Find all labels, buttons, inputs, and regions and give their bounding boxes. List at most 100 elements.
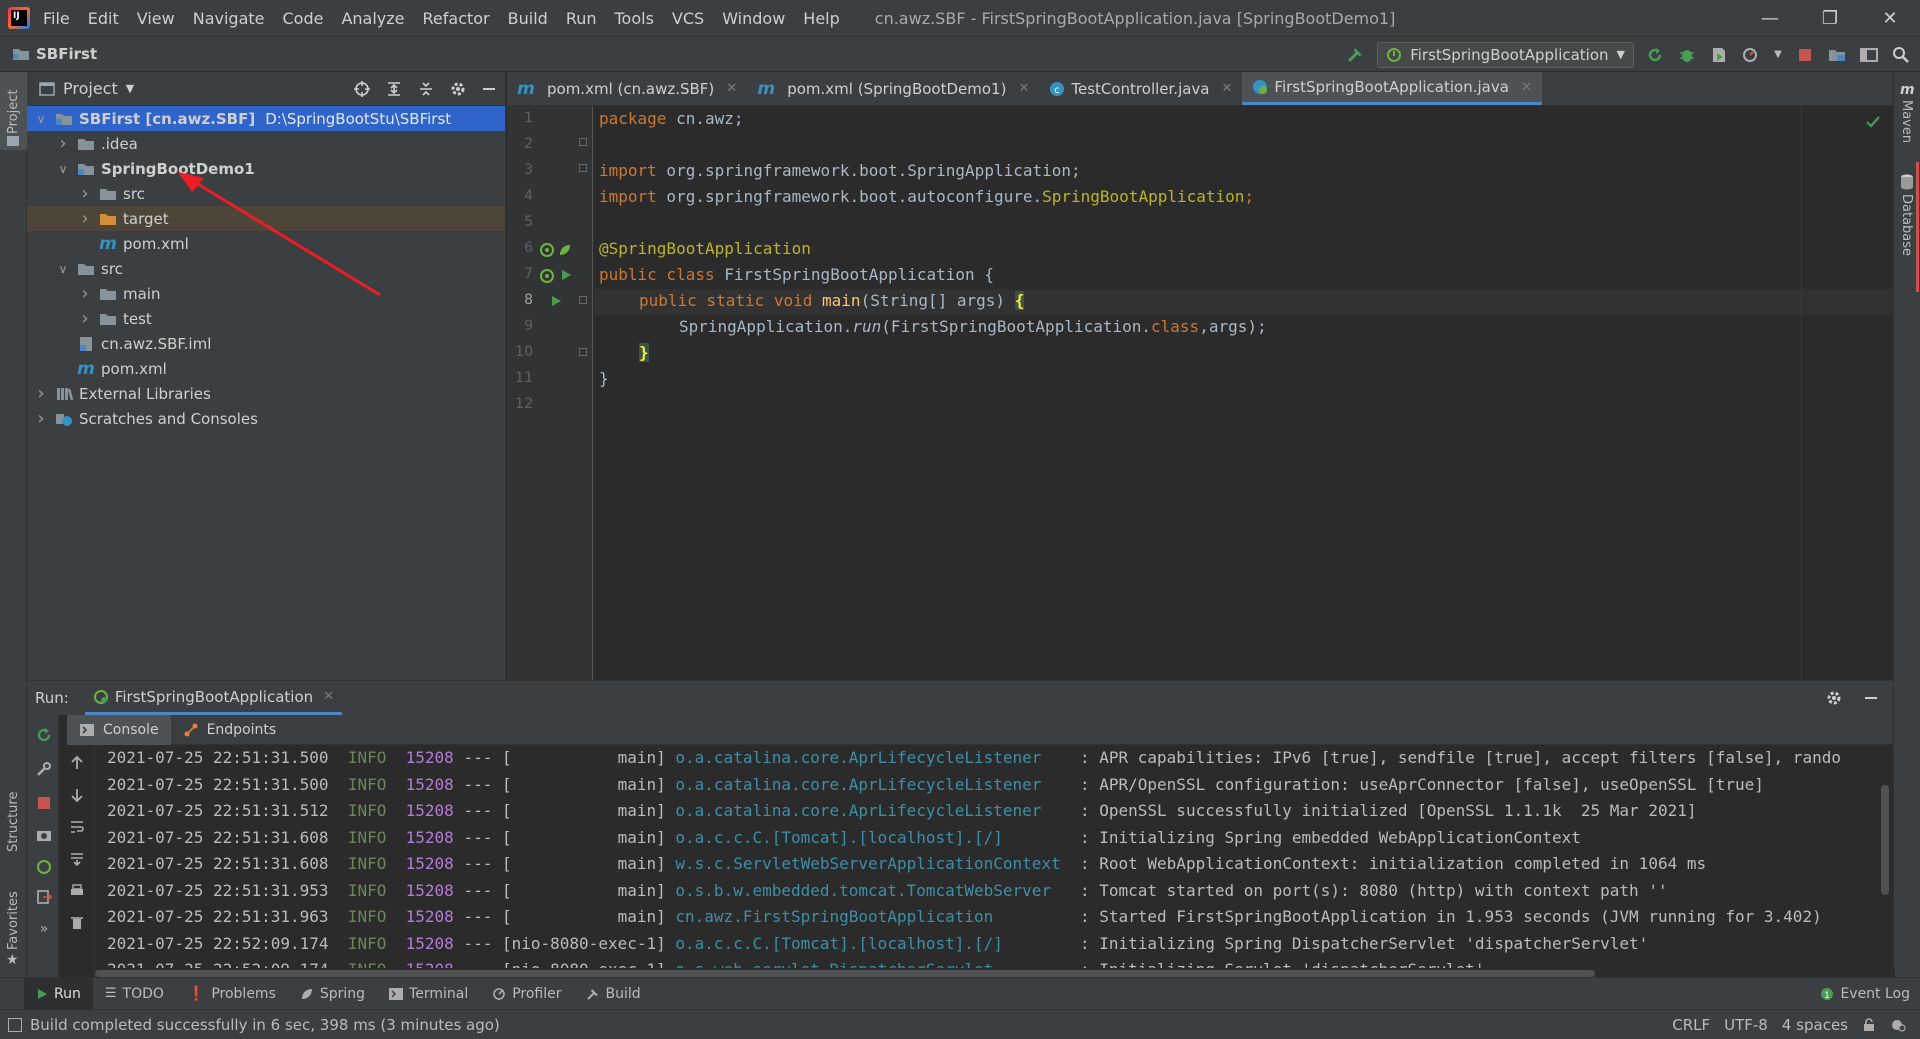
tree-item[interactable]: cn.awz.SBF.iml <box>27 331 505 356</box>
bottom-tab-spring[interactable]: Spring <box>288 978 377 1010</box>
project-stripe-button[interactable]: Project <box>0 72 27 150</box>
wrench-icon[interactable] <box>34 759 54 779</box>
checkmark-icon[interactable] <box>1865 114 1881 130</box>
chevron-right-icon[interactable]: › <box>77 283 93 304</box>
status-message[interactable]: Build completed successfully in 6 sec, 3… <box>30 1016 500 1034</box>
project-structure-icon[interactable] <box>1826 44 1848 66</box>
run-gutter-icon[interactable] <box>549 294 563 308</box>
fold-marker[interactable] <box>579 138 587 146</box>
menu-help[interactable]: Help <box>802 9 840 28</box>
close-window-button[interactable]: ✕ <box>1860 0 1920 36</box>
bottom-tab-terminal[interactable]: Terminal <box>377 978 480 1010</box>
toggle-window-icon[interactable] <box>1858 44 1880 66</box>
tree-item[interactable]: › target <box>27 206 505 231</box>
indent-setting[interactable]: 4 spaces <box>1782 1016 1848 1034</box>
close-icon[interactable]: ✕ <box>1222 81 1233 96</box>
chevron-right-icon[interactable]: › <box>33 408 49 429</box>
bottom-tab-build[interactable]: Build <box>574 978 653 1010</box>
soft-wrap-icon[interactable] <box>67 817 87 837</box>
fold-marker[interactable] <box>579 164 587 172</box>
chevron-right-icon[interactable]: › <box>77 308 93 329</box>
menu-window[interactable]: Window <box>721 9 786 28</box>
console-scrollbar[interactable] <box>1881 785 1889 895</box>
menu-view[interactable]: View <box>136 9 176 28</box>
run-configuration-select[interactable]: FirstSpringBootApplication ▼ <box>1377 41 1634 68</box>
file-encoding[interactable]: UTF-8 <box>1724 1016 1768 1034</box>
chevron-down-icon[interactable]: ∨ <box>33 111 49 127</box>
rerun-icon[interactable] <box>1644 44 1666 66</box>
print-icon[interactable] <box>67 881 87 901</box>
spring-leaf-gutter-icon[interactable] <box>557 242 573 258</box>
build-hammer-icon[interactable] <box>1345 44 1367 66</box>
lock-icon[interactable] <box>1862 1018 1876 1032</box>
tree-item[interactable]: ∨ src <box>27 256 505 281</box>
menu-analyze[interactable]: Analyze <box>340 9 405 28</box>
coverage-icon[interactable] <box>1708 44 1730 66</box>
spring-debug-icon[interactable] <box>34 857 54 877</box>
bottom-tab-problems[interactable]: ❗ Problems <box>176 978 288 1010</box>
stop-icon[interactable] <box>1794 44 1816 66</box>
hide-panel-icon[interactable] <box>481 81 497 97</box>
tree-item[interactable]: m pom.xml <box>27 356 505 381</box>
spring-bean-gutter-icon[interactable] <box>539 242 555 258</box>
chevron-down-icon[interactable]: ∨ <box>55 261 71 277</box>
menu-file[interactable]: File <box>42 9 71 28</box>
locate-icon[interactable] <box>353 80 371 98</box>
code-editor[interactable]: 1 2 3 4 5 6 7 8 9 10 11 12 package cn.aw… <box>507 106 1893 680</box>
breadcrumb-project[interactable]: SBFirst <box>36 45 97 63</box>
menu-run[interactable]: Run <box>565 9 598 28</box>
breadcrumb[interactable]: SBFirst <box>12 45 97 63</box>
status-window-icon[interactable] <box>8 1017 22 1032</box>
gear-icon[interactable] <box>449 80 467 98</box>
chevron-right-icon[interactable]: › <box>33 383 49 404</box>
collapse-all-icon[interactable] <box>417 80 435 98</box>
tree-item[interactable]: ∨ SpringBootDemo1 <box>27 156 505 181</box>
inspector-icon[interactable] <box>1890 1017 1906 1033</box>
tab-endpoints[interactable]: Endpoints <box>171 715 289 745</box>
arrow-down-icon[interactable] <box>67 785 87 805</box>
spring-bean-gutter-icon[interactable] <box>539 268 555 284</box>
menu-code[interactable]: Code <box>282 9 325 28</box>
menu-vcs[interactable]: VCS <box>671 9 705 28</box>
more-icon[interactable]: » <box>34 919 54 939</box>
chevron-right-icon[interactable]: › <box>55 133 71 154</box>
gear-icon[interactable] <box>1825 689 1843 707</box>
menu-tools[interactable]: Tools <box>614 9 655 28</box>
tree-item[interactable]: m pom.xml <box>27 231 505 256</box>
tree-item[interactable]: › src <box>27 181 505 206</box>
tab-console[interactable]: Console <box>67 714 171 745</box>
search-icon[interactable] <box>1890 44 1912 66</box>
debug-icon[interactable] <box>1676 44 1698 66</box>
expand-all-icon[interactable] <box>385 80 403 98</box>
tree-item[interactable]: › main <box>27 281 505 306</box>
chevron-down-icon[interactable]: ▼ <box>126 82 134 95</box>
restore-button[interactable]: ❐ <box>1800 0 1860 36</box>
close-icon[interactable]: ✕ <box>1018 81 1029 96</box>
bottom-tab-profiler[interactable]: Profiler <box>480 978 573 1010</box>
tree-item[interactable]: › Scratches and Consoles <box>27 406 505 431</box>
tab-pom-xml-root[interactable]: m pom.xml (cn.awz.SBF) ✕ <box>507 72 747 105</box>
event-log-button[interactable]: 1 Event Log <box>1820 978 1910 1010</box>
minimize-button[interactable]: — <box>1740 0 1800 36</box>
chevron-down-icon[interactable]: ∨ <box>55 161 71 177</box>
exit-icon[interactable] <box>34 887 54 907</box>
console-output[interactable]: 2021-07-25 22:51:31.500 INFO 15208 --- [… <box>95 745 1895 978</box>
fold-marker[interactable] <box>579 296 587 304</box>
favorites-stripe-button[interactable]: Favorites ★ <box>0 872 27 972</box>
run-tab-first-spring-boot-application[interactable]: FirstSpringBootApplication ✕ <box>84 681 343 715</box>
close-icon[interactable]: ✕ <box>1521 80 1532 95</box>
close-icon[interactable]: ✕ <box>726 81 737 96</box>
stop-icon[interactable] <box>34 793 54 813</box>
profile-icon[interactable] <box>1740 44 1762 66</box>
maven-stripe-button[interactable]: m Maven <box>1894 82 1920 152</box>
tree-item[interactable]: ∨ SBFirst [cn.awz.SBF] D:\SpringBootStu\SB… <box>27 106 505 131</box>
menu-edit[interactable]: Edit <box>87 9 120 28</box>
close-icon[interactable]: ✕ <box>323 689 334 704</box>
bottom-tab-todo[interactable]: ☰ TODO <box>93 978 176 1010</box>
tree-item[interactable]: › .idea <box>27 131 505 156</box>
chevron-right-icon[interactable]: › <box>77 208 93 229</box>
chevron-right-icon[interactable]: › <box>77 183 93 204</box>
fold-marker[interactable] <box>579 348 587 356</box>
camera-icon[interactable] <box>34 825 54 845</box>
tab-first-spring-boot-application[interactable]: FirstSpringBootApplication.java ✕ <box>1242 72 1542 105</box>
